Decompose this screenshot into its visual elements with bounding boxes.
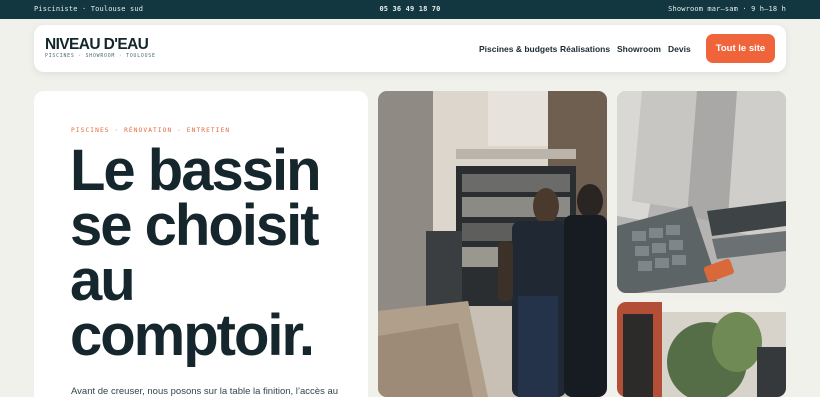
materials-photo	[617, 91, 786, 293]
nav-devis[interactable]: Devis	[668, 44, 691, 54]
brand-name: NIVEAU D'EAU	[45, 36, 149, 53]
headline-line-2: se choisit	[70, 193, 320, 258]
main-navigation: NIVEAU D'EAU PISCINES · SHOWROOM · TOULO…	[34, 25, 786, 72]
nav-piscines-budgets[interactable]: Piscines & budgets	[479, 44, 557, 54]
site-button[interactable]: Tout le site	[706, 34, 775, 63]
brand-logo[interactable]: NIVEAU D'EAU PISCINES · SHOWROOM · TOULO…	[45, 36, 156, 60]
headline-line-4: comptoir.	[70, 303, 315, 368]
nav-showroom[interactable]: Showroom	[617, 44, 661, 54]
hero-lead: Avant de creuser, nous posons sur la tab…	[71, 386, 339, 397]
garden-photo	[617, 302, 786, 397]
topbar-hours: Showroom mar–sam · 9 h–18 h	[668, 5, 786, 13]
top-info-bar: Pisciniste · Toulouse sud 05 36 49 18 70…	[0, 0, 820, 19]
hero-kicker: PISCINES · RÉNOVATION · ENTRETIEN	[71, 127, 231, 134]
hero-headline: Le bassin se choisit au comptoir.	[70, 138, 370, 368]
headline-line-1: Le bassin	[70, 138, 322, 203]
hero-card: PISCINES · RÉNOVATION · ENTRETIEN Le bas…	[34, 91, 368, 397]
brand-tagline: PISCINES · SHOWROOM · TOULOUSE	[45, 54, 156, 59]
nav-realisations[interactable]: Réalisations	[560, 44, 610, 54]
headline-line-3: au	[70, 248, 136, 313]
showroom-photo	[378, 91, 607, 397]
